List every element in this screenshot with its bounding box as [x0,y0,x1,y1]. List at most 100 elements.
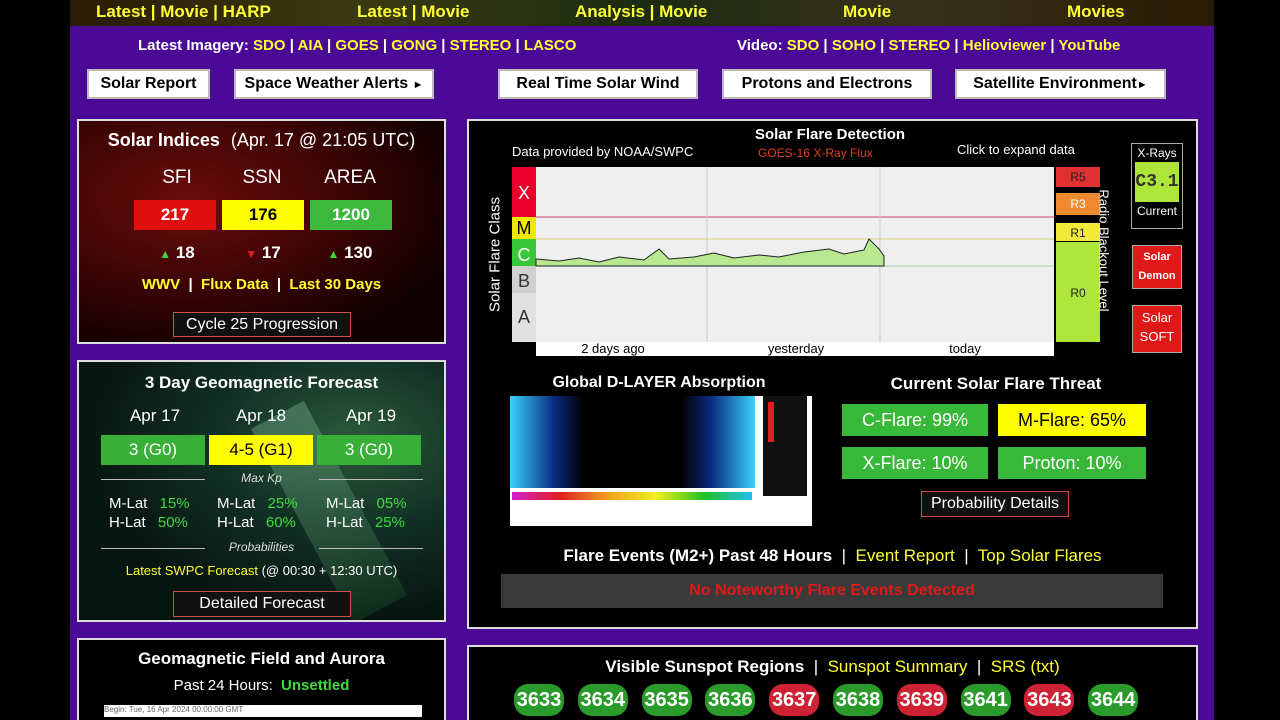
real-time-solar-wind-button[interactable]: Real Time Solar Wind [498,69,698,99]
hlat-label: H-Lat [217,514,254,531]
geomag-status-line: Past 24 Hours: Unsettled [79,677,444,694]
dlayer-world-map [510,396,755,488]
sunspot-region-badge[interactable]: 3643 [1024,684,1075,716]
video-link-sdo[interactable]: SDO [787,37,820,54]
mlat-label: M-Lat [326,495,365,512]
sunspot-region-badge[interactable]: 3633 [514,684,564,716]
sunspot-region-badge[interactable]: 3644 [1088,684,1139,716]
space-weather-alerts-button[interactable]: Space Weather Alerts ► [234,69,434,99]
kp-day-3: 3 (G0) [317,435,421,465]
ssn-value: 176 [222,200,304,230]
dlayer-title: Global D-LAYER Absorption [552,374,766,391]
area-change-value: 130 [344,243,373,262]
sfi-value: 217 [134,200,216,230]
imagery-link-lasco[interactable]: LASCO [524,37,577,54]
video-links: Video: SDO | SOHO | STEREO | Helioviewer… [737,37,1121,54]
last-30-days-link[interactable]: Last 30 Days [289,276,381,293]
class-label-b: B [518,271,530,291]
sunspot-region-badge[interactable]: 3641 [960,684,1011,716]
imagery-link-aia[interactable]: AIA [298,37,323,54]
sunspot-region-badge[interactable]: 3635 [641,684,692,716]
sunspot-region-badge[interactable]: 3634 [577,684,628,716]
geomagnetic-forecast-panel: 3 Day Geomagnetic Forecast Apr 17 Apr 18… [77,360,446,622]
sunspot-region-badge[interactable]: 3636 [705,684,756,716]
top-link-2[interactable]: Latest | Movie [357,2,469,22]
wwv-link[interactable]: WWV [142,276,180,293]
cycle-25-button[interactable]: Cycle 25 Progression [173,312,351,337]
imagery-link-stereo[interactable]: STEREO [450,37,512,54]
class-label-a: A [518,307,530,327]
imagery-link-gong[interactable]: GONG [391,37,437,54]
video-link-helioviewer[interactable]: Helioviewer [963,37,1046,54]
top-link-5[interactable]: Movies [1067,2,1125,22]
chart-plot-area [512,167,1054,342]
hlat-label: H-Lat [109,514,146,531]
solar-demon-line-2: Demon [1138,270,1176,282]
m-flare-probability: M-Flare: 65% [998,404,1146,436]
swpc-forecast-link[interactable]: Latest SWPC Forecast [126,563,258,578]
sfi-change: ▲ 18 [136,243,218,263]
class-label-x: X [518,183,530,203]
swpc-forecast-line: Latest SWPC Forecast (@ 00:30 + 12:30 UT… [79,563,444,578]
dlayer-bar [768,402,774,442]
sunspot-region-badge[interactable]: 3638 [833,684,883,716]
xray-current-box[interactable]: X-Rays C3.1 Current [1131,143,1183,229]
arrow-right-icon: ► [1136,79,1148,91]
hlat-label: H-Lat [326,514,363,531]
sunspot-region-badge[interactable]: 3637 [769,684,820,716]
srs-txt-link[interactable]: SRS (txt) [991,657,1060,676]
down-arrow-icon: ▼ [245,247,258,261]
flux-data-link[interactable]: Flux Data [201,276,269,293]
solar-indices-timestamp: (Apr. 17 @ 21:05 UTC) [230,130,416,150]
mlat-day-3: 05% [376,495,407,512]
page-frame: Latest | Movie | HARP Latest | Movie Ana… [70,0,1214,720]
ssn-change-value: 17 [261,243,281,262]
sunspot-region-badge[interactable]: 3639 [896,684,947,716]
video-link-stereo[interactable]: STEREO [889,37,951,54]
probability-details-button[interactable]: Probability Details [921,491,1069,517]
x-flare-probability: X-Flare: 10% [842,447,988,479]
forecast-day-2: Apr 18 [235,406,287,425]
video-link-soho[interactable]: SOHO [832,37,876,54]
sunspot-summary-link[interactable]: Sunspot Summary [828,657,968,676]
satellite-environment-label: Satellite Environment [973,75,1137,92]
solar-report-button[interactable]: Solar Report [87,69,210,99]
ssn-change: ▼ 17 [222,243,304,263]
probabilities-label: Probabilities [228,540,295,554]
solar-indices-title: Solar Indices [107,130,220,150]
kp-day-2: 4-5 (G1) [209,435,313,465]
top-link-1[interactable]: Latest | Movie | HARP [96,2,271,22]
ssn-header: SSN [242,167,282,188]
detailed-forecast-button[interactable]: Detailed Forecast [173,591,351,617]
solar-soft-line-1: Solar [1141,310,1173,325]
max-kp-label: Max Kp [241,471,282,485]
imagery-link-goes[interactable]: GOES [335,37,378,54]
imagery-link-sdo[interactable]: SDO [253,37,286,54]
top-link-3[interactable]: Analysis | Movie [575,2,707,22]
threat-title: Current Solar Flare Threat [890,374,1102,393]
prob-col-1: M-Lat 15% H-Lat 50% [109,494,190,532]
blackout-label-r0: R0 [1070,286,1086,300]
solar-soft-button[interactable]: Solar SOFT [1132,305,1182,353]
arrow-right-icon: ► [412,79,424,91]
top-link-4[interactable]: Movie [843,2,891,22]
geomag-chart-caption: Begin: Tue, 16 Apr 2024 00:00:00 GMT [104,705,422,717]
kp-day-1: 3 (G0) [101,435,205,465]
satellite-environment-button[interactable]: Satellite Environment► [955,69,1166,99]
xray-label: X-Rays [1137,146,1177,160]
top-solar-flares-link[interactable]: Top Solar Flares [978,546,1102,565]
forecast-title: 3 Day Geomagnetic Forecast [144,373,379,392]
proton-probability: Proton: 10% [998,447,1146,479]
imagery-label: Latest Imagery: [138,37,249,54]
up-arrow-icon: ▲ [327,247,340,261]
sfi-header: SFI [162,167,192,188]
dlayer-map[interactable] [510,396,812,526]
xray-value: C3.1 [1135,162,1179,202]
solar-demon-button[interactable]: Solar Demon [1132,245,1182,289]
video-link-youtube[interactable]: YouTube [1058,37,1120,54]
solar-indices-panel: Solar Indices (Apr. 17 @ 21:05 UTC) SFI … [77,119,446,344]
protons-electrons-button[interactable]: Protons and Electrons [722,69,932,99]
geomag-aurora-panel: Geomagnetic Field and Aurora Past 24 Hou… [77,638,446,720]
xtick-today: today [949,341,981,356]
event-report-link[interactable]: Event Report [856,546,955,565]
